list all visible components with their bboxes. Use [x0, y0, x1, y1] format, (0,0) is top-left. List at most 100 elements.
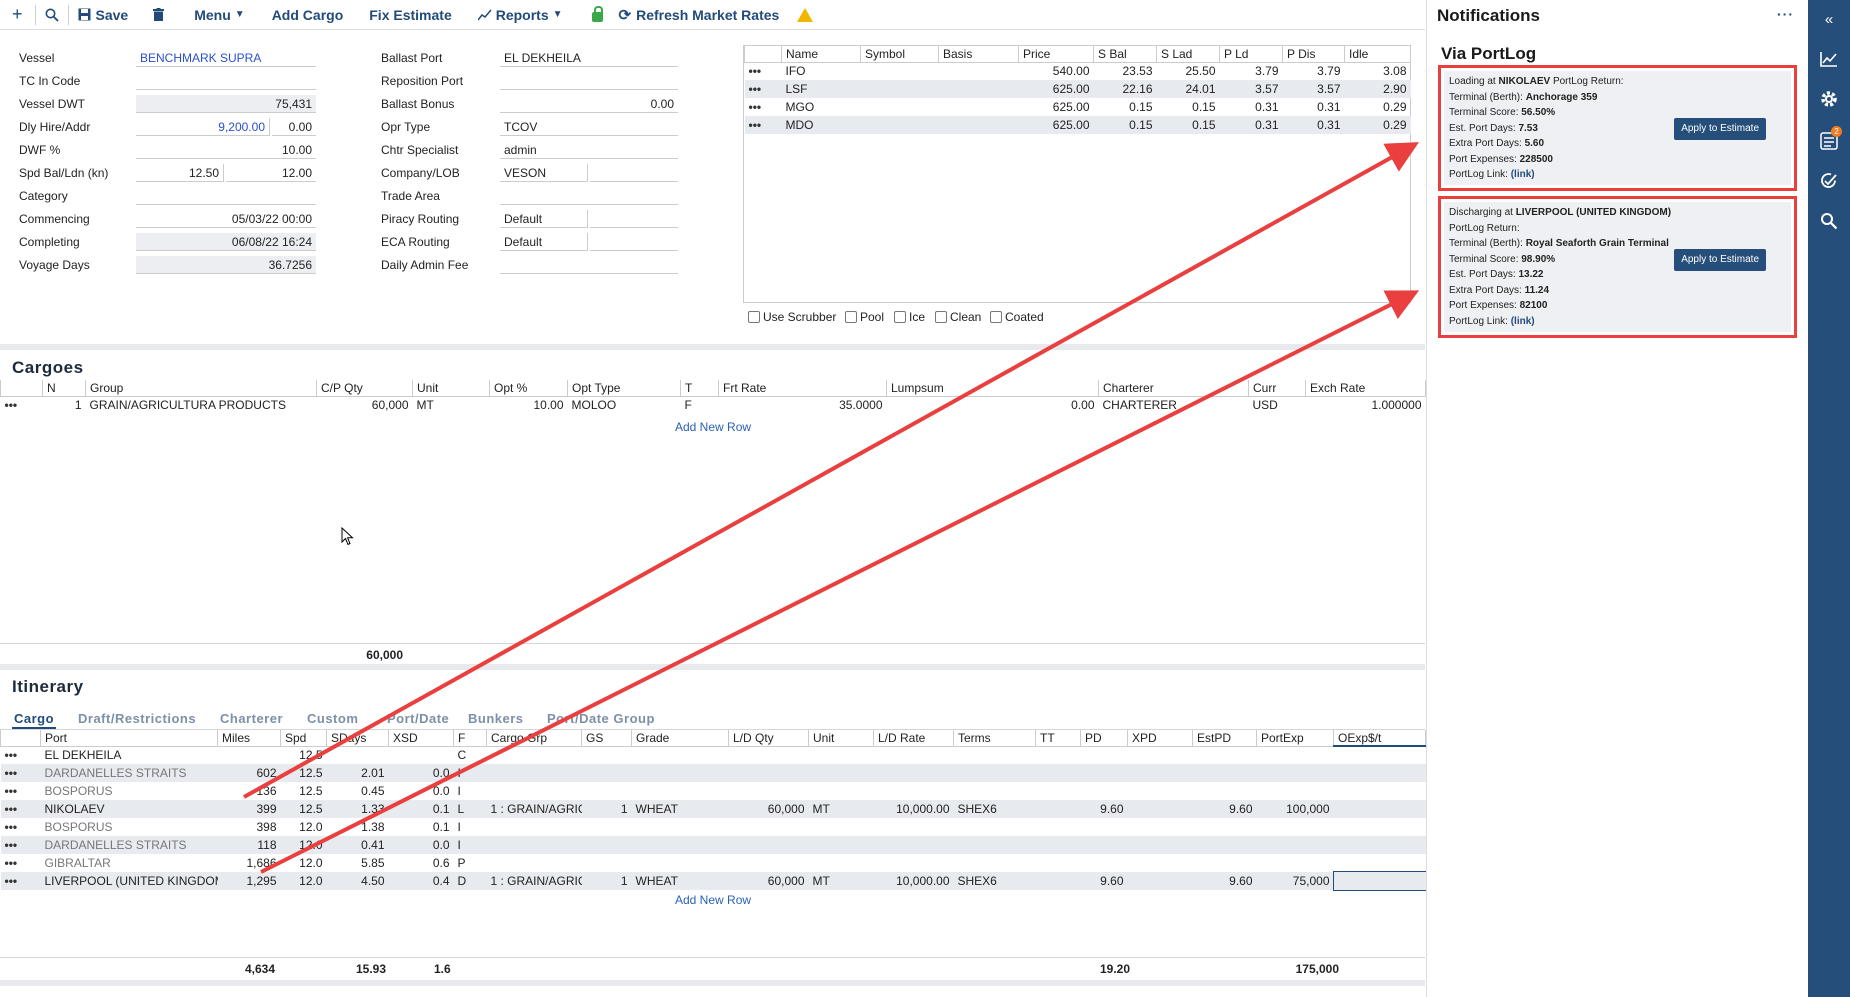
itinerary-cell-estpd[interactable] — [1193, 818, 1257, 836]
itinerary-cell-qty[interactable]: 60,000 — [728, 872, 809, 890]
bunker-price[interactable]: 625.00 — [1019, 98, 1094, 116]
itinerary-cell-terms[interactable] — [954, 782, 1036, 800]
itinerary-cell-sdays[interactable]: 4.50 — [326, 872, 389, 890]
itinerary-row[interactable]: ••• BOSPORUS 398 12.0 1.38 0.1 I — [1, 818, 1426, 836]
itinerary-cell-portexp[interactable] — [1257, 854, 1334, 872]
bunker-price[interactable]: 540.00 — [1019, 62, 1094, 80]
itinerary-col-header[interactable]: Cargo Grp — [486, 730, 582, 747]
itinerary-cell-rate[interactable] — [873, 836, 954, 854]
itinerary-cell-qty[interactable] — [729, 818, 809, 836]
itinerary-cell-gs[interactable] — [582, 746, 632, 764]
itinerary-cell-spd[interactable]: 12.5 — [280, 764, 327, 782]
itinerary-cell-pd[interactable]: 9.60 — [1080, 872, 1128, 890]
itinerary-cell-cgrp[interactable] — [486, 836, 582, 854]
itinerary-col-header[interactable]: Miles — [217, 730, 281, 747]
itinerary-cell-pd[interactable] — [1081, 854, 1128, 872]
category-field[interactable] — [136, 187, 316, 205]
itinerary-cell-pd[interactable] — [1081, 782, 1128, 800]
row-menu-button[interactable]: ••• — [745, 62, 782, 80]
itinerary-cell-cgrp[interactable] — [486, 764, 582, 782]
itinerary-cell-xsd[interactable]: 0.0 — [388, 836, 454, 854]
bunker-row[interactable]: ••• MGO 625.00 0.15 0.15 0.31 0.31 0.29 — [745, 98, 1411, 116]
bunkers-col-header[interactable]: Basis — [938, 46, 1019, 63]
tasks-list-icon[interactable]: 2 — [1820, 126, 1842, 150]
itinerary-cell-port[interactable]: BOSPORUS — [41, 818, 218, 836]
checkbox-box[interactable] — [990, 311, 1002, 323]
tc-code-field[interactable] — [136, 72, 316, 90]
piracy-routing-field[interactable]: Default — [500, 210, 588, 228]
coated-checkbox[interactable]: Coated — [990, 310, 1044, 324]
itinerary-cell-xpd[interactable] — [1127, 872, 1193, 890]
clean-checkbox[interactable]: Clean — [935, 310, 981, 324]
itinerary-cell-qty[interactable] — [728, 764, 809, 782]
itinerary-col-header[interactable]: PD — [1080, 730, 1128, 747]
itinerary-cell-f[interactable]: C — [454, 746, 487, 764]
itinerary-cell-sdays[interactable]: 5.85 — [327, 854, 389, 872]
itinerary-cell-estpd[interactable] — [1193, 746, 1257, 764]
portlog-link[interactable]: (link) — [1511, 169, 1535, 180]
bunker-sbal[interactable]: 0.15 — [1094, 98, 1157, 116]
bunkers-col-header[interactable]: S Lad — [1156, 46, 1220, 63]
bunkers-col-header[interactable]: S Bal — [1093, 46, 1157, 63]
itinerary-row[interactable]: ••• EL DEKHEILA 12.5 C — [1, 746, 1426, 764]
itinerary-cell-pd[interactable] — [1080, 764, 1128, 782]
itinerary-cell-miles[interactable]: 602 — [217, 764, 281, 782]
itinerary-cell-tt[interactable] — [1036, 854, 1081, 872]
bunker-slad[interactable]: 25.50 — [1157, 62, 1220, 80]
itinerary-cell-sdays[interactable]: 0.41 — [326, 836, 389, 854]
itinerary-cell-port[interactable]: GIBRALTAR — [41, 854, 218, 872]
itinerary-col-header[interactable]: OExp$/t — [1333, 730, 1426, 747]
bunker-row[interactable]: ••• IFO 540.00 23.53 25.50 3.79 3.79 3.0… — [745, 62, 1411, 80]
bunkers-col-header[interactable]: P Dis — [1282, 46, 1345, 63]
itinerary-cell-tt[interactable] — [1035, 764, 1081, 782]
itinerary-cell-grade[interactable] — [632, 782, 729, 800]
double-chevron-left-icon[interactable]: « — [1819, 10, 1839, 30]
itinerary-cell-pd[interactable] — [1080, 836, 1128, 854]
itinerary-cell-spd[interactable]: 12.5 — [281, 782, 327, 800]
itinerary-cell-f[interactable]: I — [454, 818, 487, 836]
itinerary-cell-cgrp[interactable] — [487, 746, 582, 764]
bunker-idle[interactable]: 0.29 — [1344, 116, 1411, 134]
itinerary-row[interactable]: ••• DARDANELLES STRAITS 602 12.5 2.01 0.0 I — [0, 764, 1426, 782]
bunker-row[interactable]: ••• LSF 625.00 22.16 24.01 3.57 3.57 2.9… — [744, 80, 1411, 98]
row-menu-button[interactable]: ••• — [0, 800, 41, 818]
itinerary-cell-grade[interactable] — [632, 818, 729, 836]
check-circle-icon[interactable] — [1820, 172, 1838, 190]
itinerary-cell-unit[interactable] — [808, 764, 874, 782]
row-menu-button[interactable]: ••• — [1, 818, 41, 836]
bunker-pdis[interactable]: 0.31 — [1283, 98, 1345, 116]
row-menu-button[interactable]: ••• — [744, 116, 782, 134]
bunker-pdis[interactable]: 3.57 — [1282, 80, 1345, 98]
itinerary-cell-spd[interactable]: 12.0 — [281, 818, 327, 836]
reposition-port-field[interactable] — [500, 72, 678, 90]
itinerary-cell-tt[interactable] — [1035, 836, 1081, 854]
itinerary-cell-xpd[interactable] — [1128, 854, 1193, 872]
itinerary-cell-portexp[interactable]: 75,000 — [1256, 872, 1334, 890]
itinerary-cell-miles[interactable]: 1,686 — [218, 854, 281, 872]
itinerary-cell-gs[interactable] — [581, 836, 632, 854]
itinerary-cell-portexp[interactable] — [1257, 746, 1334, 764]
row-menu-button[interactable]: ••• — [1, 854, 41, 872]
tab-bunkers[interactable]: Bunkers — [468, 711, 524, 726]
itinerary-cell-gs[interactable] — [581, 764, 632, 782]
ballast-bonus-field[interactable]: 0.00 — [500, 95, 678, 113]
cargoes-col-header[interactable]: Exch Rate — [1305, 380, 1426, 397]
search-icon[interactable] — [1820, 212, 1838, 230]
itinerary-cell-pd[interactable]: 9.60 — [1080, 800, 1128, 818]
itinerary-cell-port[interactable]: BOSPORUS — [41, 782, 218, 800]
itinerary-cell-oexp[interactable] — [1334, 746, 1426, 764]
itinerary-cell-rate[interactable] — [874, 746, 954, 764]
itinerary-cell-tt[interactable] — [1036, 782, 1081, 800]
itinerary-cell-spd[interactable]: 12.5 — [280, 800, 327, 818]
itinerary-cell-terms[interactable] — [954, 818, 1036, 836]
itinerary-cell-rate[interactable]: 10,000.00 — [873, 872, 954, 890]
itinerary-cell-gs[interactable] — [582, 782, 632, 800]
itinerary-cell-oexp[interactable] — [1334, 818, 1426, 836]
bunker-pld[interactable]: 3.57 — [1219, 80, 1283, 98]
itinerary-cell-portexp[interactable] — [1256, 836, 1334, 854]
cargo-unit[interactable]: MT — [413, 396, 490, 414]
checkbox-box[interactable] — [845, 311, 857, 323]
bunkers-col-header[interactable]: P Ld — [1219, 46, 1283, 63]
cargo-qty[interactable]: 60,000 — [317, 396, 413, 414]
itinerary-cell-estpd[interactable]: 9.60 — [1192, 800, 1257, 818]
